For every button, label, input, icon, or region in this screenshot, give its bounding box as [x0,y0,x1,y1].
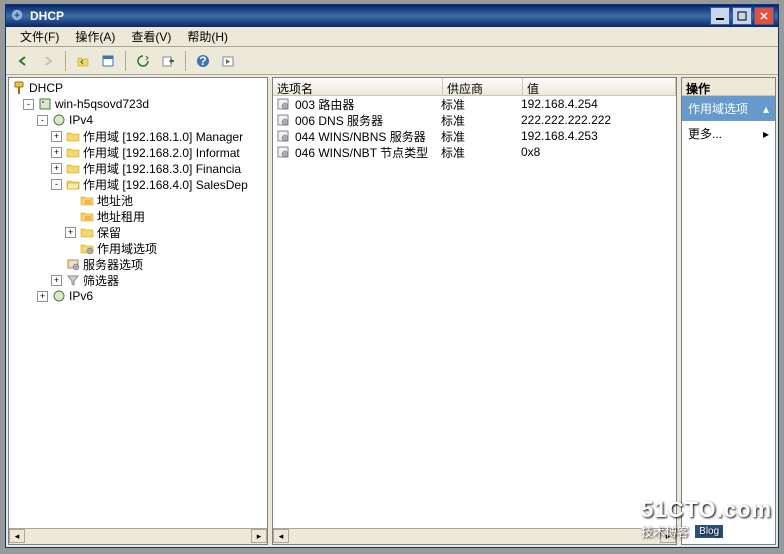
option-icon [275,128,291,144]
back-button[interactable] [12,50,34,72]
pool-icon [79,192,95,208]
tree-reservations[interactable]: +保留 [11,224,265,240]
ipv4-icon [51,112,67,128]
tree-scopeopts[interactable]: 作用域选项 [11,240,265,256]
server-options-icon [65,256,81,272]
filter-icon [65,272,81,288]
tree-scrollbar[interactable]: ◂▸ [9,528,267,544]
menu-help[interactable]: 帮助(H) [179,26,236,47]
expand-icon[interactable]: + [51,163,62,174]
window-title: DHCP [30,9,708,23]
watermark-site: 51CTO.com [641,497,772,523]
folder-icon [65,144,81,160]
list-item[interactable]: 006 DNS 服务器标准222.222.222.222 [273,112,676,128]
expand-icon[interactable]: + [51,275,62,286]
list-item[interactable]: 044 WINS/NBNS 服务器标准192.168.4.253 [273,128,676,144]
folder-icon [65,160,81,176]
app-icon [10,8,26,24]
folder-open-icon [65,176,81,192]
dhcp-window: DHCP 文件(F) 操作(A) 查看(V) 帮助(H) ? DHCP -win… [5,4,779,548]
svg-text:?: ? [199,54,206,68]
dhcp-icon [11,80,27,96]
expand-icon[interactable]: + [37,291,48,302]
options-icon [79,240,95,256]
scroll-left-icon[interactable]: ◂ [9,529,25,543]
actions-context[interactable]: 作用域选项▴ [682,96,775,121]
tree[interactable]: DHCP -win-h5qsovd723d -IPv4 +作用域 [192.16… [9,78,267,528]
list-item[interactable]: 003 路由器标准192.168.4.254 [273,96,676,112]
list-body[interactable]: 003 路由器标准192.168.4.254 006 DNS 服务器标准222.… [273,96,676,528]
watermark: 51CTO.com 技术博客 Blog [641,497,772,540]
title-bar[interactable]: DHCP [6,5,778,27]
help-button[interactable]: ? [192,50,214,72]
list-panel: 选项名 供应商 值 003 路由器标准192.168.4.254 006 DNS… [272,77,677,545]
expand-icon[interactable]: + [51,131,62,142]
actions-header: 操作 [682,78,775,96]
tree-server[interactable]: -win-h5qsovd723d [11,96,265,112]
separator [65,51,66,71]
actions-panel: 操作 作用域选项▴ 更多...▸ [681,77,776,545]
menu-action[interactable]: 操作(A) [67,26,123,47]
chevron-up-icon: ▴ [763,102,769,116]
menu-file[interactable]: 文件(F) [12,26,67,47]
close-button[interactable] [754,7,774,25]
option-icon [275,112,291,128]
column-vendor[interactable]: 供应商 [443,78,523,95]
actions-more[interactable]: 更多...▸ [682,121,775,146]
leases-icon [79,208,95,224]
folder-icon [65,128,81,144]
tree-filters[interactable]: +筛选器 [11,272,265,288]
tree-scope[interactable]: +作用域 [192.168.3.0] Financia [11,160,265,176]
tree-pool[interactable]: 地址池 [11,192,265,208]
minimize-button[interactable] [710,7,730,25]
tree-scope[interactable]: +作用域 [192.168.1.0] Manager [11,128,265,144]
toolbar: ? [6,47,778,75]
option-icon [275,144,291,160]
watermark-sub: 技术博客 [641,523,689,540]
tree-panel: DHCP -win-h5qsovd723d -IPv4 +作用域 [192.16… [8,77,268,545]
separator [125,51,126,71]
tree-serveropts[interactable]: 服务器选项 [11,256,265,272]
collapse-icon[interactable]: - [51,179,62,190]
tree-scope[interactable]: -作用域 [192.168.4.0] SalesDep [11,176,265,192]
tree-ipv6[interactable]: +IPv6 [11,288,265,304]
up-button[interactable] [72,50,94,72]
action-button[interactable] [217,50,239,72]
server-icon [37,96,53,112]
tree-ipv4[interactable]: -IPv4 [11,112,265,128]
maximize-button[interactable] [732,7,752,25]
tree-root[interactable]: DHCP [11,80,265,96]
list-item[interactable]: 046 WINS/NBT 节点类型标准0x8 [273,144,676,160]
menu-view[interactable]: 查看(V) [123,26,179,47]
option-icon [275,96,291,112]
folder-icon [79,224,95,240]
tree-scope[interactable]: +作用域 [192.168.2.0] Informat [11,144,265,160]
collapse-icon[interactable]: - [37,115,48,126]
scroll-right-icon[interactable]: ▸ [251,529,267,543]
column-name[interactable]: 选项名 [273,78,443,95]
tree-leases[interactable]: 地址租用 [11,208,265,224]
separator [185,51,186,71]
forward-button[interactable] [37,50,59,72]
menu-bar: 文件(F) 操作(A) 查看(V) 帮助(H) [6,27,778,47]
watermark-badge: Blog [695,525,723,538]
expand-icon[interactable]: + [51,147,62,158]
ipv6-icon [51,288,67,304]
actions-body: 作用域选项▴ 更多...▸ [682,96,775,544]
collapse-icon[interactable]: - [23,99,34,110]
refresh-button[interactable] [132,50,154,72]
column-value[interactable]: 值 [523,78,676,95]
export-button[interactable] [157,50,179,72]
chevron-right-icon: ▸ [763,127,769,141]
properties-button[interactable] [97,50,119,72]
list-header: 选项名 供应商 值 [273,78,676,96]
expand-icon[interactable]: + [65,227,76,238]
scroll-left-icon[interactable]: ◂ [273,529,289,543]
list-scrollbar[interactable]: ◂▸ [273,528,676,544]
client-area: DHCP -win-h5qsovd723d -IPv4 +作用域 [192.16… [6,75,778,547]
